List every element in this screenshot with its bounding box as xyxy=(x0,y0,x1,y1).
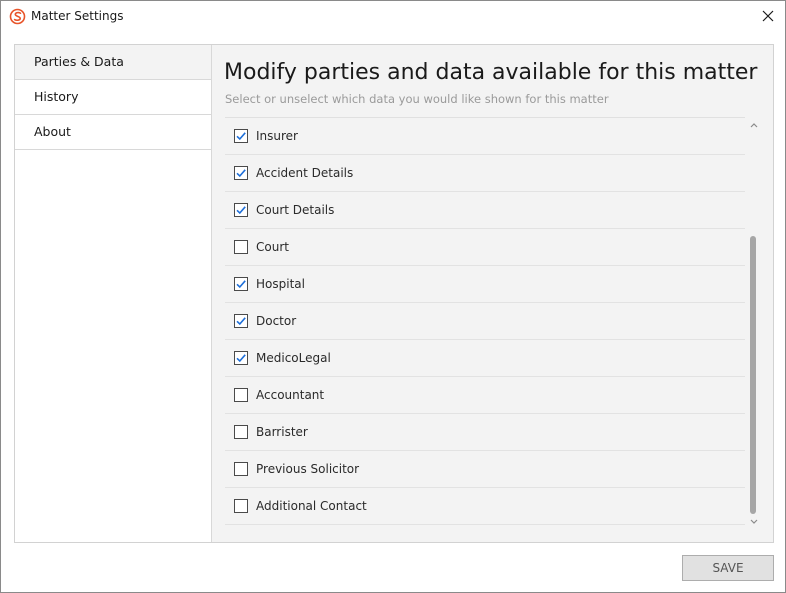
scroll-down-button[interactable] xyxy=(747,515,761,529)
list-scrollbar[interactable] xyxy=(747,118,761,529)
list-item-label: Accident Details xyxy=(256,166,354,180)
checkbox[interactable] xyxy=(234,351,248,365)
list-item-label: Additional Contact xyxy=(256,499,367,513)
list-item-label: Accountant xyxy=(256,388,325,402)
list-item[interactable]: Barrister xyxy=(225,414,745,451)
sidebar-item-about[interactable]: About xyxy=(15,115,211,150)
list-item[interactable]: Accident Details xyxy=(225,155,745,192)
chevron-down-icon xyxy=(750,519,758,524)
checkbox[interactable] xyxy=(234,388,248,402)
list-item[interactable]: Hospital xyxy=(225,266,745,303)
checkbox[interactable] xyxy=(234,499,248,513)
list-item-label: MedicoLegal xyxy=(256,351,331,365)
checkmark-icon xyxy=(236,354,246,363)
scroll-up-button[interactable] xyxy=(747,118,761,132)
scroll-thumb[interactable] xyxy=(750,236,756,514)
list-item[interactable]: Accountant xyxy=(225,377,745,414)
sidebar-item-parties-data[interactable]: Parties & Data xyxy=(15,45,211,80)
list-item-label: Doctor xyxy=(256,314,297,328)
page-subtitle: Select or unselect which data you would … xyxy=(225,92,609,106)
checkmark-icon xyxy=(236,132,246,141)
list-item-label: Previous Solicitor xyxy=(256,462,360,476)
list-item-label: Insurer xyxy=(256,129,298,143)
list-item[interactable]: Doctor xyxy=(225,303,745,340)
list-item[interactable]: Additional Contact xyxy=(225,488,745,525)
matter-settings-window: Matter Settings Parties & Data History A… xyxy=(0,0,786,593)
checkbox[interactable] xyxy=(234,314,248,328)
checkbox[interactable] xyxy=(234,462,248,476)
checkbox[interactable] xyxy=(234,203,248,217)
title-bar: Matter Settings xyxy=(1,1,785,32)
content-area: Modify parties and data available for th… xyxy=(213,45,773,542)
close-button[interactable] xyxy=(755,5,781,27)
checkbox[interactable] xyxy=(234,129,248,143)
app-logo-icon xyxy=(9,8,26,25)
checkmark-icon xyxy=(236,317,246,326)
checkmark-icon xyxy=(236,280,246,289)
list-item-label: Court Details xyxy=(256,203,335,217)
list-item[interactable]: Previous Solicitor xyxy=(225,451,745,488)
sidebar-item-history[interactable]: History xyxy=(15,80,211,115)
list-item-label: Barrister xyxy=(256,425,308,439)
page-title: Modify parties and data available for th… xyxy=(224,60,758,85)
list-item[interactable]: Court xyxy=(225,229,745,266)
list-item[interactable]: Court Details xyxy=(225,192,745,229)
data-options-list: Insurer Accident Details Court Details C… xyxy=(225,117,745,529)
checkmark-icon xyxy=(236,169,246,178)
list-item-label: Hospital xyxy=(256,277,305,291)
checkbox[interactable] xyxy=(234,277,248,291)
list-item[interactable]: MedicoLegal xyxy=(225,340,745,377)
checkbox[interactable] xyxy=(234,425,248,439)
list-item-label: Court xyxy=(256,240,289,254)
window-title: Matter Settings xyxy=(31,9,124,23)
save-button[interactable]: SAVE xyxy=(682,555,774,581)
checkbox[interactable] xyxy=(234,166,248,180)
close-icon xyxy=(762,10,774,22)
checkmark-icon xyxy=(236,206,246,215)
sidebar: Parties & Data History About xyxy=(15,45,212,542)
chevron-up-icon xyxy=(750,123,758,128)
settings-panel: Parties & Data History About Modify part… xyxy=(14,44,774,543)
list-item[interactable]: Insurer xyxy=(225,118,745,155)
checkbox[interactable] xyxy=(234,240,248,254)
